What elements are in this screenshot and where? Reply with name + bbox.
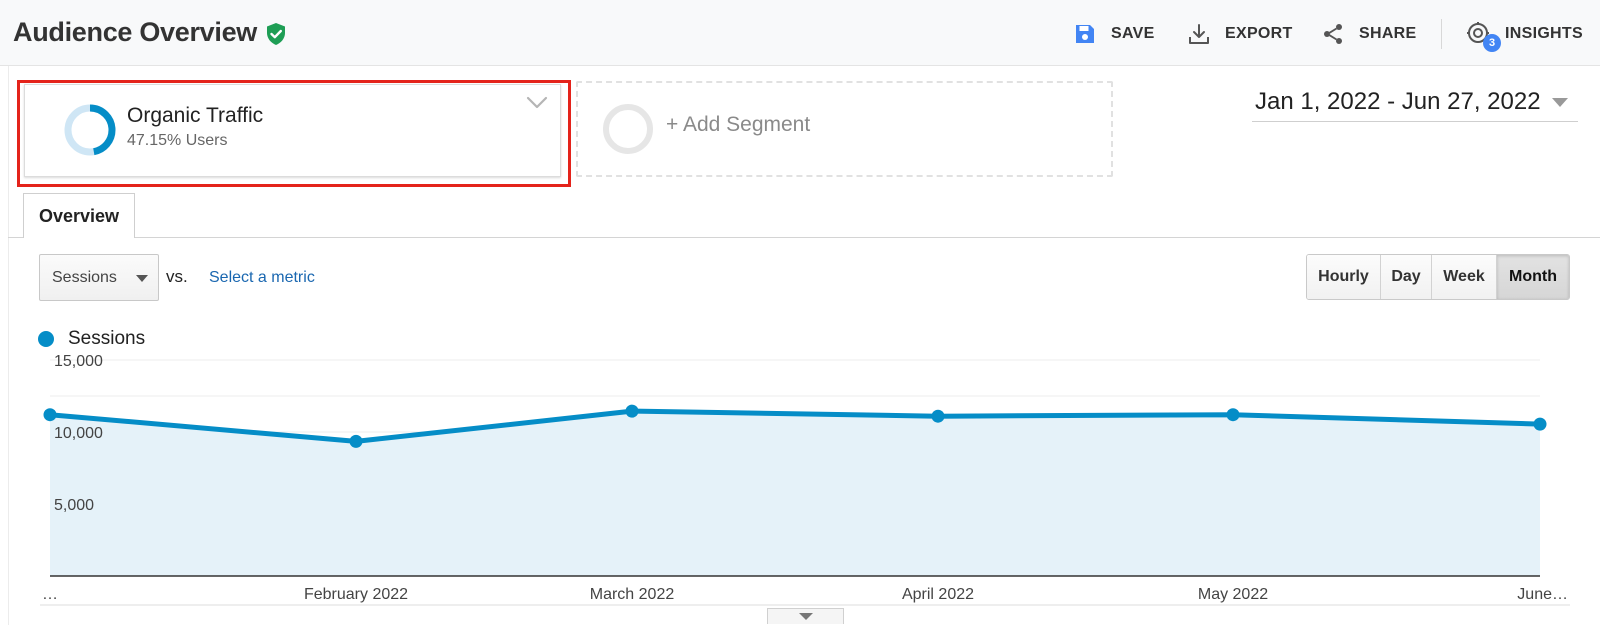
insights-count-badge: 3 [1483, 34, 1501, 52]
x-tick-label: June… [1517, 586, 1568, 603]
toolbar-divider [1441, 19, 1442, 49]
sessions-point [43, 408, 57, 422]
metric-dropdown[interactable]: Sessions [39, 254, 159, 301]
share-icon [1324, 24, 1342, 44]
tab-baseline [8, 237, 1600, 238]
x-tick-label: February 2022 [304, 586, 408, 603]
page-title: Audience Overview [13, 17, 258, 47]
granularity-month-button[interactable]: Month [1497, 255, 1569, 299]
date-range-text: Jan 1, 2022 - Jun 27, 2022 [1255, 88, 1541, 115]
legend-sessions-marker [38, 331, 54, 347]
segment-users-share: 47.15% Users [127, 132, 228, 149]
report-header: Audience Overview SAVE EXPORT SHARE 3 IN… [0, 0, 1600, 66]
sessions-point [1226, 408, 1240, 422]
save-label: SAVE [1111, 25, 1155, 42]
metric-dropdown-value: Sessions [52, 269, 117, 286]
y-tick-label: 15,000 [54, 353, 103, 370]
export-button[interactable]: EXPORT [1187, 20, 1293, 48]
x-tick-label: May 2022 [1198, 586, 1268, 603]
chevron-down-icon[interactable] [525, 95, 549, 111]
granularity-day-button[interactable]: Day [1381, 255, 1432, 299]
sessions-point [625, 404, 639, 418]
insights-button[interactable]: 3 INSIGHTS [1465, 20, 1583, 52]
legend-sessions-label: Sessions [68, 328, 146, 349]
segment-organic-traffic[interactable]: Organic Traffic 47.15% Users [24, 84, 561, 177]
caret-down-icon [799, 613, 813, 620]
tab-overview[interactable]: Overview [23, 193, 135, 238]
select-metric-link[interactable]: Select a metric [209, 269, 315, 287]
download-icon [1189, 24, 1209, 44]
sessions-point [1533, 417, 1547, 431]
granularity-hourly-button[interactable]: Hourly [1307, 255, 1381, 299]
segment-share-donut-icon [64, 104, 116, 156]
caret-down-icon [136, 275, 148, 282]
granularity-week-button[interactable]: Week [1432, 255, 1497, 299]
vs-label: vs. [166, 267, 188, 286]
share-button[interactable]: SHARE [1321, 20, 1417, 48]
segment-name: Organic Traffic [127, 104, 264, 127]
y-tick-label: 5,000 [54, 497, 94, 514]
verified-shield-icon [267, 23, 285, 45]
x-tick-label: April 2022 [902, 586, 974, 603]
save-button[interactable]: SAVE [1073, 20, 1155, 48]
add-segment-circle-icon [603, 104, 653, 154]
y-tick-label: 10,000 [54, 425, 103, 442]
x-tick-label: March 2022 [590, 586, 675, 603]
share-label: SHARE [1359, 25, 1417, 42]
sessions-point [349, 434, 363, 448]
sessions-point [931, 409, 945, 423]
add-segment-button[interactable]: + Add Segment [576, 81, 1113, 177]
insights-label: INSIGHTS [1505, 25, 1583, 42]
collapse-chart-tab[interactable] [767, 608, 844, 624]
save-icon [1076, 25, 1094, 43]
chart-legend: Sessions [38, 327, 145, 351]
x-tick-label: … [42, 586, 58, 603]
caret-down-icon [1552, 98, 1568, 107]
export-label: EXPORT [1225, 25, 1293, 42]
sessions-line-chart: 15,000 10,000 5,000 … February 2022 March 202… [40, 353, 1570, 606]
add-segment-label: + Add Segment [666, 113, 811, 136]
date-range-picker[interactable]: Jan 1, 2022 - Jun 27, 2022 [1252, 86, 1578, 122]
granularity-toggle: Hourly Day Week Month [1306, 254, 1570, 300]
